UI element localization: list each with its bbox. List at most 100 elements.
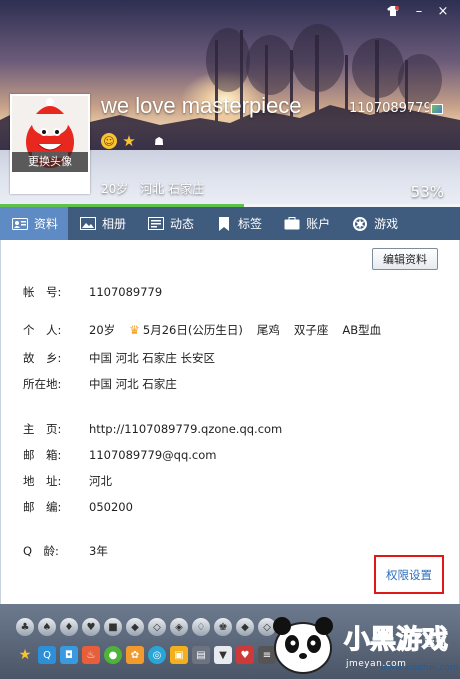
star-icon[interactable]: ★ [16,646,34,664]
service-icon-row-1: ♣ ♠ ♦ ♥ ■ ◆ ◇ ◈ ♢ ♚ ◆ ◇ [16,618,276,636]
email-label: 邮 箱: [23,448,62,462]
residence-value: 中国 河北 石家庄 [89,377,177,391]
email-value[interactable]: 1107089779@qq.com [89,448,216,462]
nickname: we love masterpiece [101,93,302,118]
postcode-row: 邮 编: 050200 [23,499,133,515]
bookmark-icon [216,216,232,231]
address-label: 地 址: [23,474,62,488]
service-icon[interactable]: ▤ [192,646,210,664]
blood-type: AB型血 [342,323,382,337]
window-controls: – × [380,2,454,20]
service-icon[interactable]: ♨ [82,646,100,664]
service-icon[interactable]: ◈ [170,618,188,636]
panda-mascot-icon [273,617,333,674]
qq-number: 1107089779 [349,101,429,116]
tab-label: 标签 [238,217,263,231]
birthday: ♛ 5月26日(公历生日) [129,323,243,337]
crown-icon: ♛ [129,323,140,337]
profile-card-icon [12,217,28,231]
photo-icon [80,217,97,231]
site-logo: 小黑游戏 www.xiaohei.com [343,624,458,673]
minimize-icon[interactable]: – [408,2,430,20]
homepage-value[interactable]: http://1107089779.qzone.qq.com [89,422,282,436]
hometown-row: 故 乡: 中国 河北 石家庄 长安区 [23,350,215,366]
personal-value: 20岁 ♛ 5月26日(公历生日) 尾鸡 双子座 AB型血 [89,322,381,338]
age-location: 20岁 河北 石家庄 [101,180,204,197]
feed-icon [148,217,165,231]
tab-bar: 资料 相册 动态 标签 账户 游戏 [0,207,460,240]
service-icon[interactable]: ■ [104,618,122,636]
tab-label: 动态 [170,217,195,231]
change-avatar-button[interactable]: 更换头像 [12,152,88,172]
service-icon[interactable]: ◆ [236,618,254,636]
address-row: 地 址: 河北 [23,473,112,489]
qq-age-row: Q 龄: 3年 [23,543,108,559]
service-icon[interactable]: ♥ [236,646,254,664]
account-value: 1107089779 [89,285,163,299]
homepage-row: 主 页: http://1107089779.qzone.qq.com [23,421,282,437]
personal-age: 20岁 [89,323,116,337]
smile-badge-icon[interactable]: ☺ [101,133,117,149]
id-card-icon[interactable] [431,104,443,114]
residence-label: 所在地: [23,377,62,391]
account-row: 帐 号: 1107089779 [23,284,162,300]
service-icon[interactable]: ♦ [60,618,78,636]
address-value: 河北 [89,474,112,488]
postcode-value: 050200 [89,500,133,514]
avatar-image: 更换头像 [12,96,88,172]
location-text: 河北 石家庄 [140,182,205,196]
qq-age-value: 3年 [89,544,108,558]
service-icon[interactable]: ◎ [148,646,166,664]
service-icon[interactable]: ♣ [16,618,34,636]
service-icon[interactable]: ◘ [60,646,78,664]
close-icon[interactable]: × [432,2,454,20]
skin-icon[interactable] [380,2,406,20]
birthday-text: 5月26日(公历生日) [142,323,243,337]
service-icon[interactable]: ♥ [82,618,100,636]
wallet-icon [284,217,300,231]
tab-games[interactable]: 游戏 [340,207,408,240]
service-icon[interactable]: ◇ [148,618,166,636]
avatar[interactable]: 更换头像 [10,94,90,194]
qq-age-label: Q 龄: [23,544,59,558]
star-badge-icon[interactable]: ★ [121,132,137,150]
logo-text: 小黑游戏 [344,625,448,655]
service-icon[interactable]: ▼ [214,646,232,664]
tab-account[interactable]: 账户 [272,207,340,240]
tab-label: 账户 [306,217,331,231]
completion-percent: 53% [410,183,444,201]
edit-profile-button[interactable]: 编辑资料 [372,248,438,270]
age-text: 20岁 [101,182,129,196]
hometown-label: 故 乡: [23,351,62,365]
service-icon[interactable]: ▣ [170,646,188,664]
service-icon[interactable]: ♢ [192,618,210,636]
postcode-label: 邮 编: [23,500,62,514]
account-label: 帐 号: [23,285,62,299]
permission-settings-link[interactable]: 权限设置 [386,567,432,583]
service-icon[interactable]: ● [104,646,122,664]
email-row: 邮 箱: 1107089779@qq.com [23,447,216,463]
tab-label: 资料 [34,217,59,231]
profile-header: – × 更换头像 we love masterpiece 1107089779 … [0,0,460,207]
tab-profile[interactable]: 资料 [0,207,69,240]
constellation: 双子座 [293,323,329,337]
permission-highlight: 权限设置 [374,555,444,594]
profile-details-panel: 编辑资料 帐 号: 1107089779 个 人: 20岁 ♛ 5月26日(公历生日… [0,240,460,604]
service-icon[interactable]: ✿ [126,646,144,664]
service-icon[interactable]: ◆ [126,618,144,636]
service-icon[interactable]: Q [38,646,56,664]
tab-tags[interactable]: 标签 [204,207,272,240]
personal-row: 个 人: 20岁 ♛ 5月26日(公历生日) 尾鸡 双子座 AB型血 [23,322,381,338]
service-icon[interactable]: ♚ [214,618,232,636]
zodiac: 尾鸡 [256,323,280,337]
tab-feed[interactable]: 动态 [136,207,204,240]
tab-photos[interactable]: 相册 [68,207,136,240]
tab-label: 相册 [102,217,127,231]
gamepad-icon [352,216,368,231]
service-icon-row-2: ★ Q ◘ ♨ ● ✿ ◎ ▣ ▤ ▼ ♥ ≡ [16,646,276,664]
service-icon[interactable]: ♠ [38,618,56,636]
qq-badge-icon[interactable]: ☗ [151,133,167,149]
hometown-value: 中国 河北 石家庄 长安区 [89,351,215,365]
homepage-label: 主 页: [23,422,62,436]
badge-row: ☺ ★ ☗ [101,132,167,150]
